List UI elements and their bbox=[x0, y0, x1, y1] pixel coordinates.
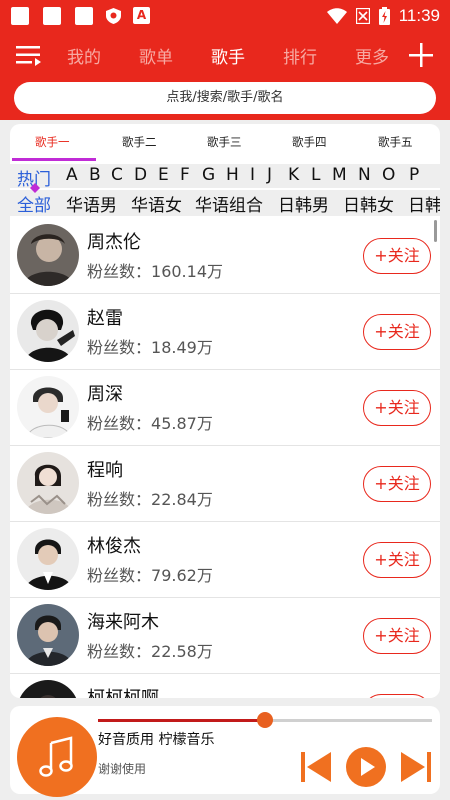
alpha-letter[interactable]: K bbox=[288, 165, 299, 185]
alpha-letter[interactable]: E bbox=[158, 165, 169, 185]
follow-button[interactable]: +关注 bbox=[363, 314, 431, 350]
singer-row[interactable]: 周深 粉丝数：45.87万 +关注 bbox=[10, 370, 440, 446]
avatar bbox=[17, 452, 79, 514]
singer-row[interactable]: 周杰伦 粉丝数：160.14万 +关注 bbox=[10, 218, 440, 294]
no-signal-icon bbox=[355, 8, 370, 24]
subtab-singer-3[interactable]: 歌手三 bbox=[207, 134, 242, 150]
singer-name: 林俊杰 bbox=[87, 536, 141, 557]
subtab-singer-2[interactable]: 歌手二 bbox=[122, 134, 157, 150]
subtab-singer-4[interactable]: 歌手四 bbox=[292, 134, 327, 150]
notification-icon bbox=[75, 7, 93, 25]
category-chinese-male[interactable]: 华语男 bbox=[66, 191, 117, 216]
singer-row[interactable]: 程响 粉丝数：22.84万 +关注 bbox=[10, 446, 440, 522]
fans-count: 粉丝数：22.58万 bbox=[87, 642, 213, 661]
search-input[interactable]: 点我/搜索/歌手/歌名 bbox=[14, 82, 436, 114]
avatar bbox=[17, 604, 79, 666]
album-disc[interactable] bbox=[17, 717, 97, 797]
subtab-singer-1[interactable]: 歌手一 bbox=[35, 134, 70, 150]
follow-button[interactable]: +关注 bbox=[363, 238, 431, 274]
category-jk-group[interactable]: 日韩 bbox=[408, 191, 440, 216]
alpha-letter[interactable]: C bbox=[111, 165, 123, 185]
alpha-letter[interactable]: A bbox=[66, 165, 78, 185]
avatar bbox=[17, 680, 79, 698]
battery-charging-icon bbox=[378, 7, 390, 25]
category-jk-male[interactable]: 日韩男 bbox=[278, 191, 329, 216]
category-chinese-female[interactable]: 华语女 bbox=[131, 191, 182, 216]
clock: 11:39 bbox=[398, 6, 440, 25]
track-title: 好音质用 柠檬音乐 bbox=[98, 732, 215, 748]
active-tab-indicator bbox=[12, 158, 96, 161]
tab-more[interactable]: 更多 bbox=[355, 43, 389, 68]
avatar bbox=[17, 300, 79, 362]
alpha-letter[interactable]: H bbox=[226, 165, 239, 185]
progress-thumb[interactable] bbox=[257, 712, 273, 728]
follow-button[interactable]: +关注 bbox=[363, 694, 431, 698]
app-a-icon: A bbox=[133, 7, 150, 24]
alpha-letter[interactable]: M bbox=[332, 165, 347, 185]
category-chinese-group[interactable]: 华语组合 bbox=[195, 191, 263, 216]
next-icon[interactable] bbox=[398, 749, 434, 785]
alpha-letter[interactable]: B bbox=[89, 165, 101, 185]
avatar bbox=[17, 224, 79, 286]
category-filter: 全部 华语男 华语女 华语组合 日韩男 日韩女 日韩 bbox=[10, 188, 440, 216]
status-bar: A 11:39 bbox=[0, 0, 450, 32]
add-icon[interactable] bbox=[408, 42, 434, 68]
fans-count: 粉丝数：18.49万 bbox=[87, 338, 213, 357]
tab-charts[interactable]: 排行 bbox=[283, 43, 317, 68]
follow-button[interactable]: +关注 bbox=[363, 542, 431, 578]
music-note-icon bbox=[39, 736, 73, 777]
scrollbar[interactable] bbox=[434, 220, 437, 242]
progress-fill bbox=[98, 719, 265, 722]
tab-singers[interactable]: 歌手 bbox=[211, 43, 245, 68]
search-bar: 点我/搜索/歌手/歌名 bbox=[0, 80, 450, 120]
alpha-letter[interactable]: I bbox=[250, 165, 255, 185]
singer-name: 海来阿木 bbox=[87, 612, 159, 633]
alpha-letter[interactable]: N bbox=[358, 165, 371, 185]
category-jk-female[interactable]: 日韩女 bbox=[343, 191, 394, 216]
alpha-letter[interactable]: J bbox=[267, 165, 272, 185]
avatar bbox=[17, 528, 79, 590]
singer-name: 程响 bbox=[87, 460, 123, 481]
top-nav: 我的 歌单 歌手 排行 更多 bbox=[0, 32, 450, 80]
notification-icon bbox=[11, 7, 29, 25]
fans-count: 粉丝数：22.84万 bbox=[87, 490, 213, 509]
alpha-letter[interactable]: G bbox=[202, 165, 215, 185]
fans-count: 粉丝数：45.87万 bbox=[87, 414, 213, 433]
shield-icon bbox=[106, 8, 121, 24]
menu-icon[interactable] bbox=[16, 44, 42, 66]
follow-button[interactable]: +关注 bbox=[363, 618, 431, 654]
singer-row[interactable]: 林俊杰 粉丝数：79.62万 +关注 bbox=[10, 522, 440, 598]
singer-name: 柯柯柯啊 bbox=[87, 684, 159, 698]
fans-count: 粉丝数：160.14万 bbox=[87, 262, 224, 281]
singer-list: 周杰伦 粉丝数：160.14万 +关注 赵雷 粉丝数：18.49万 +关注 周深… bbox=[10, 218, 440, 698]
avatar bbox=[17, 376, 79, 438]
wifi-icon bbox=[326, 8, 347, 24]
tab-playlists[interactable]: 歌单 bbox=[139, 43, 173, 68]
category-all[interactable]: 全部 bbox=[17, 191, 51, 216]
alpha-letter[interactable]: P bbox=[409, 165, 419, 185]
alpha-letter[interactable]: D bbox=[134, 165, 147, 185]
play-icon[interactable] bbox=[345, 746, 387, 788]
subtab-singer-5[interactable]: 歌手五 bbox=[378, 134, 413, 150]
alpha-letter[interactable]: L bbox=[311, 165, 320, 185]
singer-row[interactable]: 赵雷 粉丝数：18.49万 +关注 bbox=[10, 294, 440, 370]
alpha-letter[interactable]: O bbox=[382, 165, 395, 185]
singer-name: 周杰伦 bbox=[87, 232, 141, 253]
previous-icon[interactable] bbox=[298, 749, 334, 785]
alpha-letter[interactable]: F bbox=[180, 165, 190, 185]
singer-name: 赵雷 bbox=[87, 308, 123, 329]
singer-subtabs: 歌手一 歌手二 歌手三 歌手四 歌手五 bbox=[10, 124, 440, 161]
singer-name: 周深 bbox=[87, 384, 123, 405]
alphabet-filter: 热门 A B C D E F G H I J K L M N O P bbox=[10, 164, 440, 190]
track-subtitle: 谢谢使用 bbox=[98, 762, 147, 776]
follow-button[interactable]: +关注 bbox=[363, 390, 431, 426]
notification-icon bbox=[43, 7, 61, 25]
follow-button[interactable]: +关注 bbox=[363, 466, 431, 502]
singer-row[interactable]: 海来阿木 粉丝数：22.58万 +关注 bbox=[10, 598, 440, 674]
singer-panel: 歌手一 歌手二 歌手三 歌手四 歌手五 热门 A B C D E F G H I… bbox=[10, 124, 440, 698]
tab-mine[interactable]: 我的 bbox=[67, 43, 101, 68]
fans-count: 粉丝数：79.62万 bbox=[87, 566, 213, 585]
singer-row[interactable]: 柯柯柯啊 +关注 bbox=[10, 674, 440, 698]
